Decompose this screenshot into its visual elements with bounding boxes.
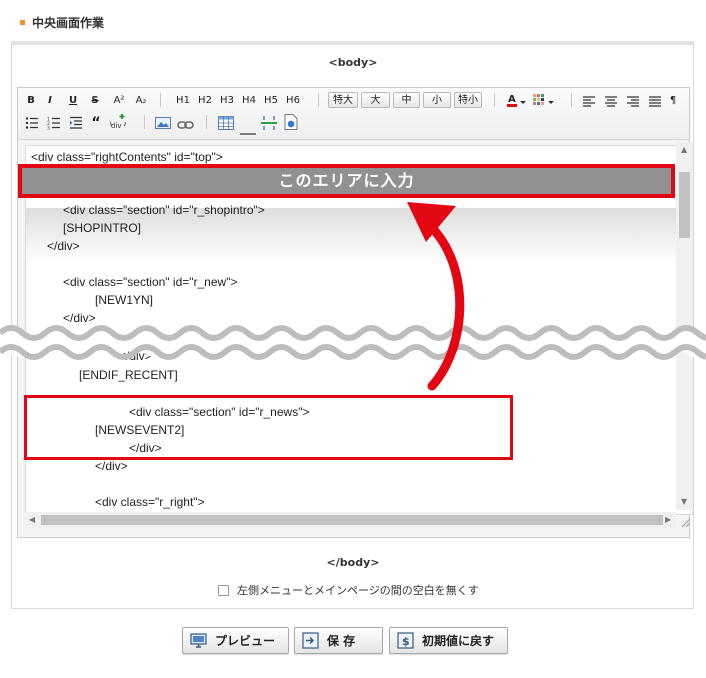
reset-button-label: 初期値に戻す: [422, 634, 495, 648]
save-button-label: 保 存: [327, 634, 356, 648]
monitor-icon: [190, 633, 207, 648]
remove-gap-label: 左側メニューとメインページの間の空白を無くす: [237, 584, 479, 597]
remove-gap-checkbox[interactable]: [218, 584, 229, 596]
preview-button-label: プレビュー: [215, 634, 276, 648]
svg-text:$: $: [402, 635, 410, 648]
red-arrow-curve: [421, 217, 465, 391]
remove-gap-option[interactable]: 左側メニューとメインページの間の空白を無くす: [218, 582, 479, 598]
reset-icon: $: [397, 632, 414, 649]
annotation-overlay: [0, 202, 706, 391]
body-close-tag: </body>: [326, 556, 380, 569]
preview-button[interactable]: プレビュー: [182, 627, 289, 654]
cut-band: [0, 328, 706, 357]
save-icon: [302, 632, 319, 649]
save-button[interactable]: 保 存: [294, 627, 383, 654]
red-arrow-head: [407, 202, 456, 242]
reset-button[interactable]: $ 初期値に戻す: [389, 627, 508, 654]
